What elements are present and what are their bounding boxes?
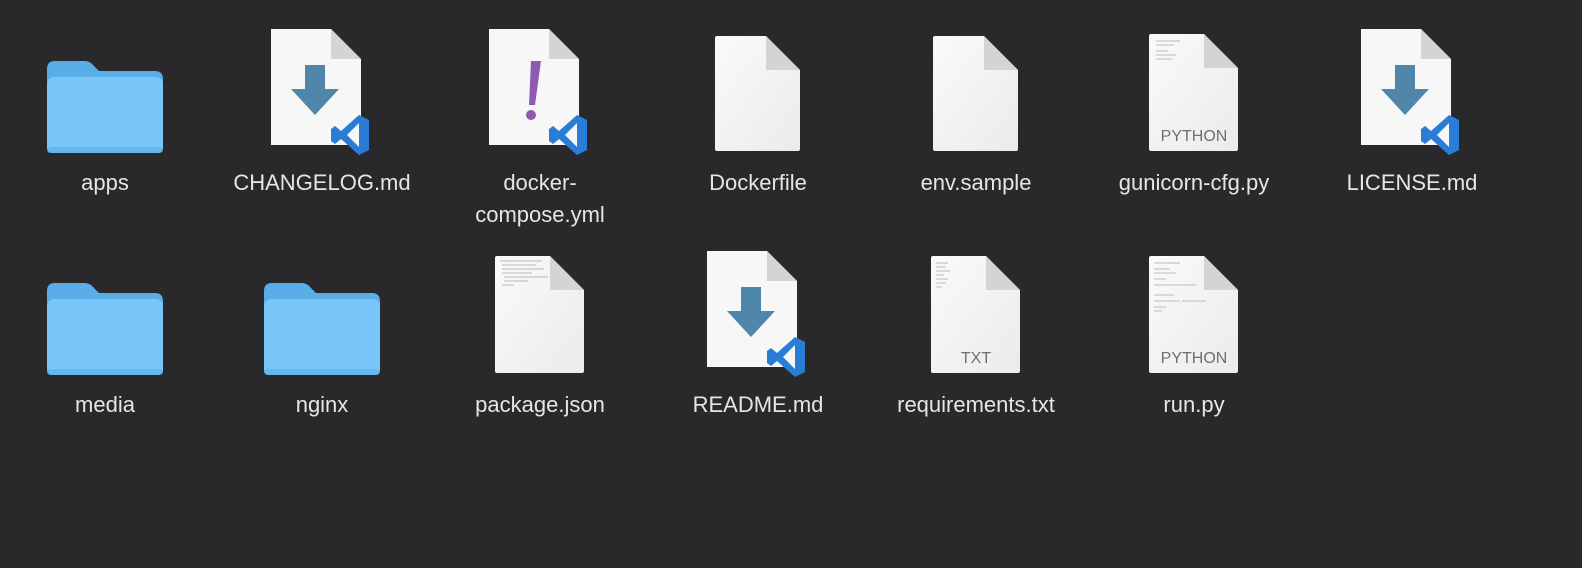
- blank-document-icon: [871, 15, 1081, 155]
- markdown-vscode-icon: [653, 237, 863, 377]
- folder-icon: [0, 15, 210, 155]
- file-item-apps[interactable]: apps: [0, 15, 210, 199]
- file-name: env.sample: [920, 170, 1032, 195]
- yaml-vscode-icon: [435, 15, 645, 155]
- file-name: LICENSE.md: [1346, 170, 1478, 195]
- file-item-requirements[interactable]: TXT requirements.txt: [871, 237, 1081, 421]
- file-name: CHANGELOG.md: [233, 170, 411, 195]
- file-item-media[interactable]: media: [0, 237, 210, 421]
- file-name: run.py: [1163, 392, 1225, 417]
- file-item-changelog[interactable]: CHANGELOG.md: [217, 15, 427, 199]
- json-document-icon: [435, 237, 645, 377]
- blank-document-icon: [653, 15, 863, 155]
- markdown-vscode-icon: [217, 15, 427, 155]
- file-name: package.json: [475, 392, 605, 417]
- file-name: nginx: [295, 392, 349, 417]
- file-type-badge: PYTHON: [1161, 350, 1228, 367]
- markdown-vscode-icon: [1307, 15, 1517, 155]
- text-document-icon: TXT: [871, 237, 1081, 377]
- file-name: media: [75, 392, 135, 417]
- file-item-run-py[interactable]: PYTHON run.py: [1089, 237, 1299, 421]
- file-name: README.md: [692, 392, 824, 417]
- file-type-badge: PYTHON: [1161, 128, 1228, 145]
- file-type-badge: TXT: [961, 350, 991, 367]
- file-name: requirements.txt: [897, 392, 1055, 417]
- file-item-env-sample[interactable]: env.sample: [871, 15, 1081, 199]
- file-grid: apps CHANGELOG.md docker- compose.yml Do…: [0, 0, 1582, 568]
- file-name: apps: [81, 170, 129, 195]
- file-item-dockerfile[interactable]: Dockerfile: [653, 15, 863, 199]
- file-name: docker- compose.yml: [475, 170, 605, 227]
- python-document-icon: PYTHON: [1089, 237, 1299, 377]
- python-document-icon: PYTHON: [1089, 15, 1299, 155]
- file-name: gunicorn-cfg.py: [1118, 170, 1270, 195]
- file-item-readme[interactable]: README.md: [653, 237, 863, 421]
- folder-icon: [217, 237, 427, 377]
- file-item-docker-compose[interactable]: docker- compose.yml: [435, 15, 645, 231]
- file-item-nginx[interactable]: nginx: [217, 237, 427, 421]
- file-item-license[interactable]: LICENSE.md: [1307, 15, 1517, 199]
- folder-icon: [0, 237, 210, 377]
- file-name: Dockerfile: [709, 170, 807, 195]
- file-item-package-json[interactable]: package.json: [435, 237, 645, 421]
- file-item-gunicorn-cfg[interactable]: PYTHON gunicorn-cfg.py: [1089, 15, 1299, 199]
